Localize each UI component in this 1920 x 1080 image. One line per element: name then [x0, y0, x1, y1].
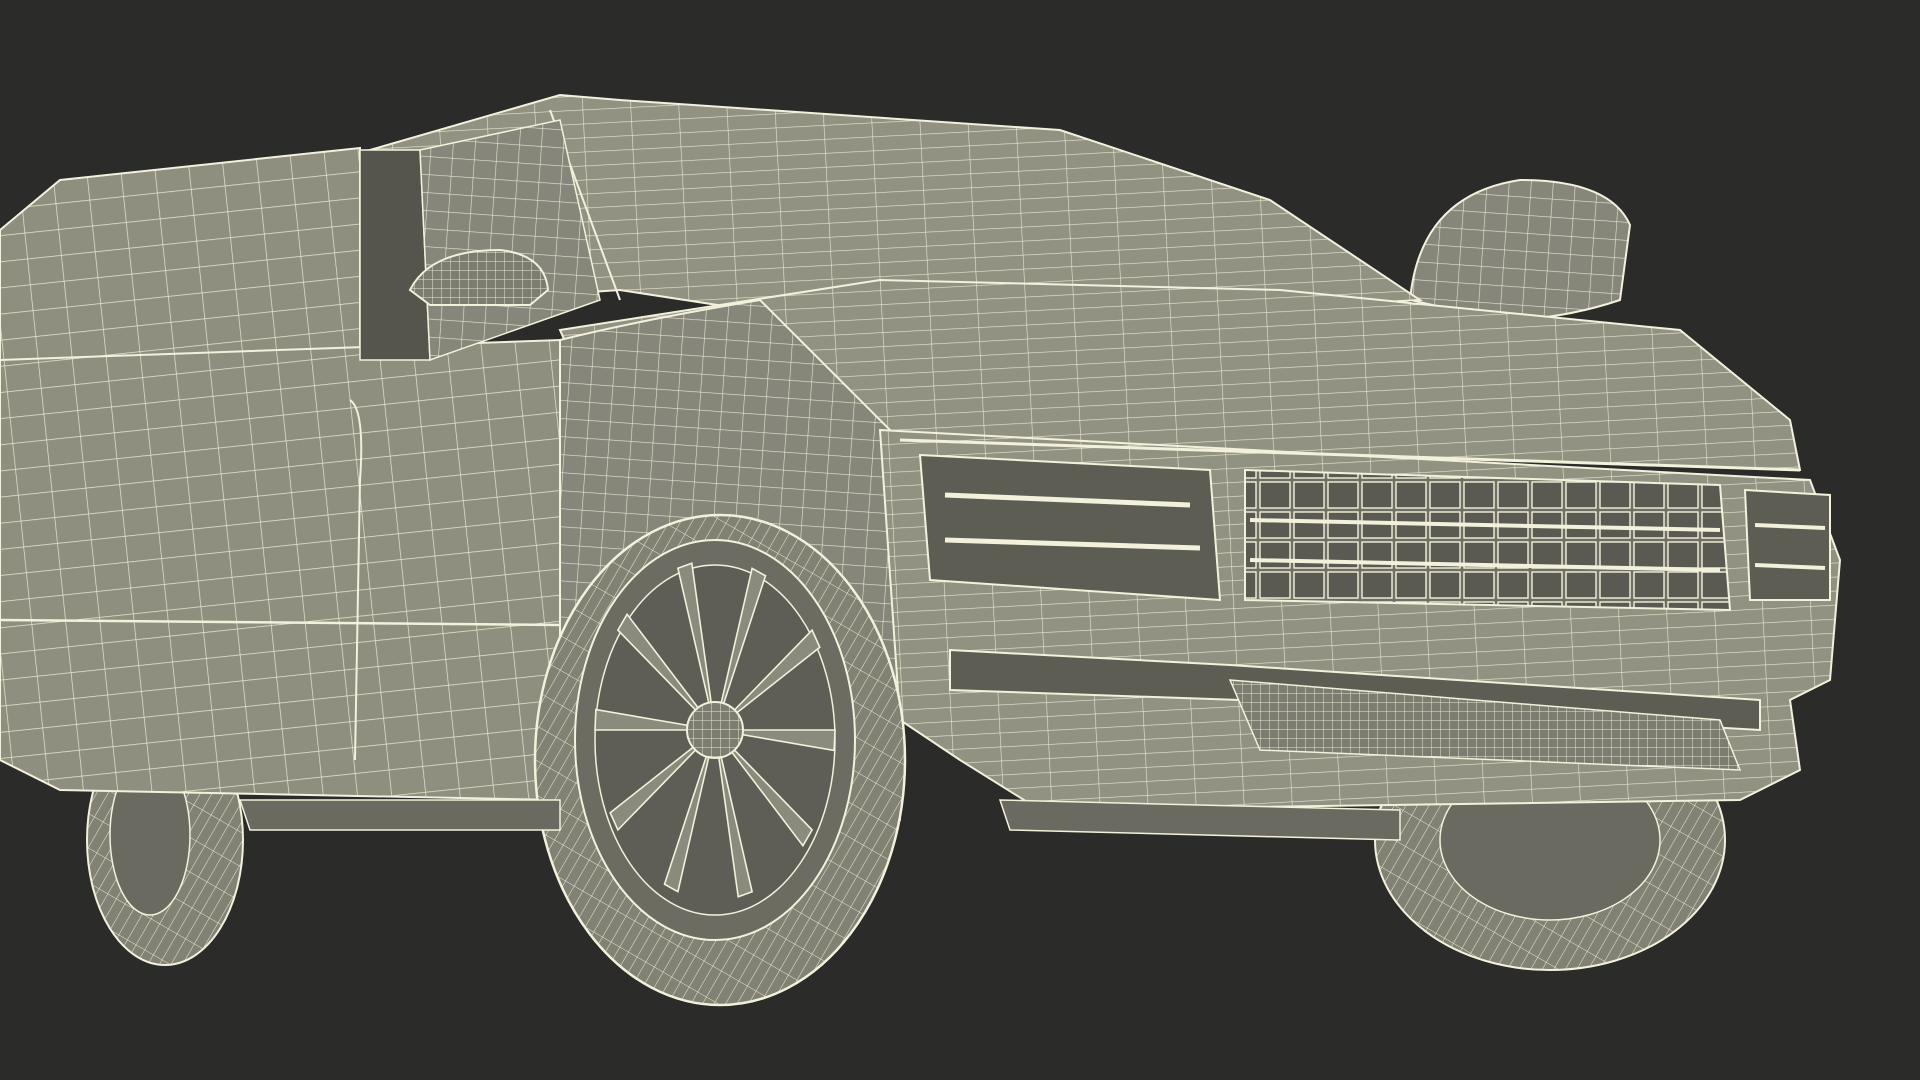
wireframe-render	[0, 93, 1842, 1007]
right-side-mirror	[1408, 178, 1632, 322]
rear-side-window	[0, 146, 361, 361]
front-left-wheel	[533, 513, 907, 1007]
viewport-canvas[interactable]	[0, 0, 1920, 1080]
